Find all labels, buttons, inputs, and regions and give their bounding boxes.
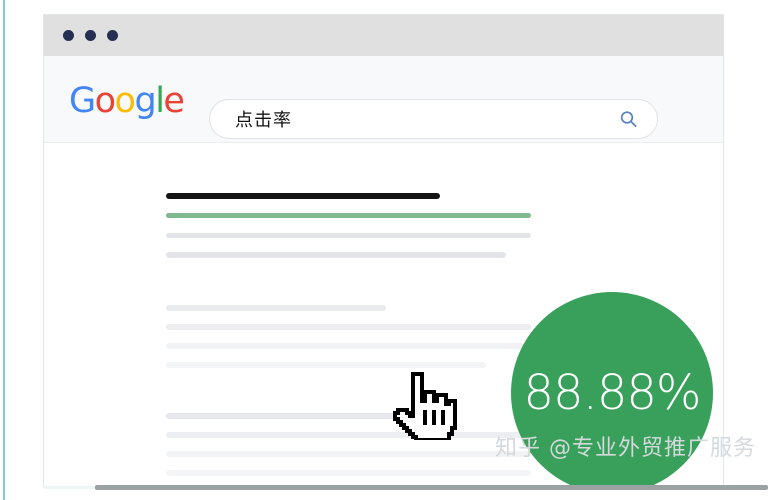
logo-letter-e-red: e [163,81,185,121]
window-dot-maximize[interactable] [107,30,118,41]
result-line-text [166,432,531,438]
window-dot-minimize[interactable] [85,30,96,41]
window-controls [63,30,118,41]
logo-letter-o-red: o [94,81,116,121]
result-line-text [166,470,531,476]
google-logo: Google [69,81,185,121]
result-line-url [166,213,531,218]
screenshot-canvas: Google 点击率 88.88% 知乎 @专业外贸推广服务 [0,0,768,500]
left-edge-rule [3,0,5,500]
result-line-text [166,252,506,258]
search-input-value: 点击率 [235,110,292,131]
browser-window: Google 点击率 88.88% [43,14,724,487]
watermark: 知乎 @专业外贸推广服务 [495,436,756,461]
result-line-text [166,343,531,349]
search-icon[interactable] [620,111,637,128]
browser-titlebar [44,15,723,56]
pointing-hand-cursor [392,368,458,443]
search-header: Google 点击率 [44,56,723,143]
result-line-text [166,324,531,330]
logo-letter-g-blue: G [69,81,96,121]
ctr-stat-value: 88.88% [523,365,701,421]
window-dot-close[interactable] [63,30,74,41]
logo-letter-g-blue2: g [134,81,156,121]
result-line-text [166,305,386,311]
logo-letter-o-yellow: o [114,81,136,121]
result-line-title[interactable] [166,193,440,199]
result-line-text [166,451,531,457]
horizontal-scrollbar-thumb[interactable] [95,485,768,490]
result-line-text [166,233,531,238]
search-input[interactable]: 点击率 [209,99,658,139]
